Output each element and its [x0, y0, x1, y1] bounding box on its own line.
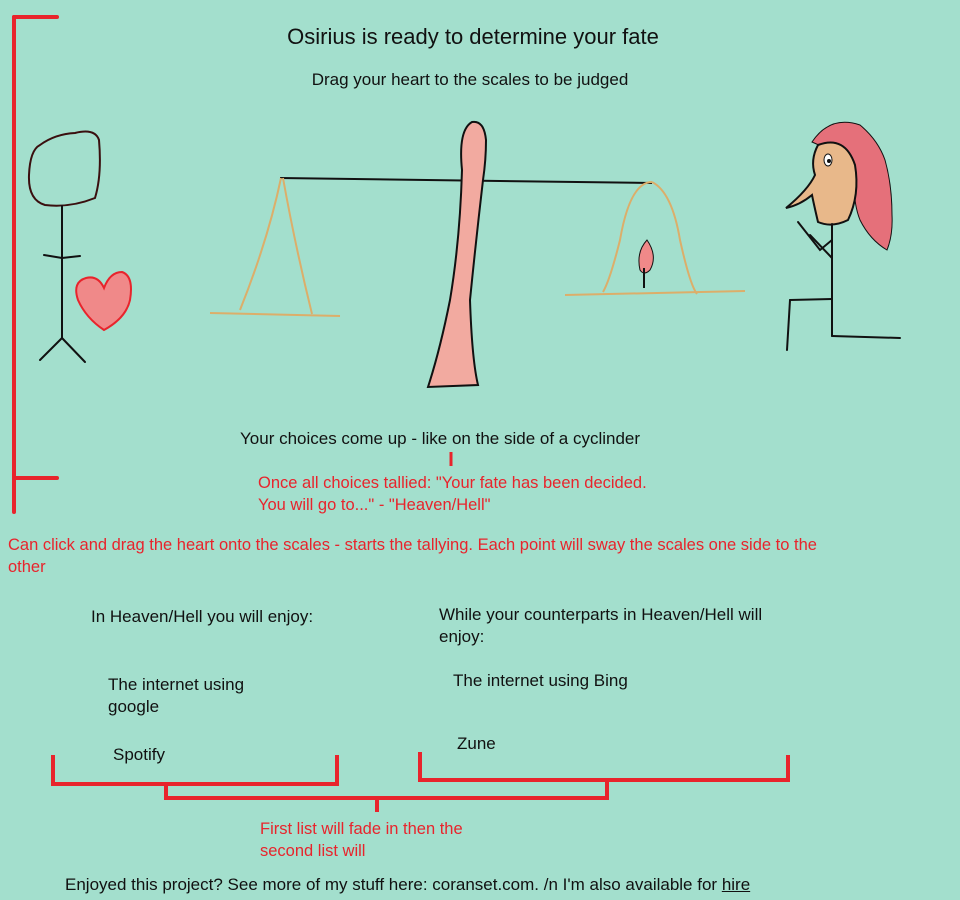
right-list-item: The internet using Bing [453, 671, 628, 690]
left-list-item: Spotify [113, 745, 165, 764]
hire-link[interactable]: hire [722, 875, 750, 894]
footer-text: Enjoyed this project? See more of my stu… [65, 874, 750, 896]
page-title: Osirius is ready to determine your fate [287, 24, 659, 49]
page-subtitle: Drag your heart to the scales to be judg… [311, 70, 629, 89]
footer-message: Enjoyed this project? See more of my stu… [65, 875, 722, 894]
stick-figure-person [27, 130, 101, 363]
left-bracket-annotation [12, 15, 59, 514]
scale-pillar [426, 120, 488, 389]
feather-icon [638, 239, 654, 288]
right-scale-pan [564, 181, 746, 296]
fate-annotation: Once all choices tallied: "Your fate has… [258, 474, 647, 514]
drag-annotation: Can click and drag the heart onto the sc… [8, 536, 817, 576]
osirius-figure [785, 121, 901, 351]
fade-annotation: First list will fade in then the second … [260, 820, 463, 860]
left-scale-pan [209, 177, 341, 317]
choices-caption: Your choices come up - like on the side … [240, 429, 641, 448]
left-list-item: The internet using google [108, 675, 245, 716]
right-list-item: Zune [457, 734, 496, 753]
left-list-heading: In Heaven/Hell you will enjoy: [91, 607, 314, 626]
right-list-heading: While your counterparts in Heaven/Hell w… [439, 605, 763, 646]
heart-icon[interactable] [75, 270, 132, 332]
